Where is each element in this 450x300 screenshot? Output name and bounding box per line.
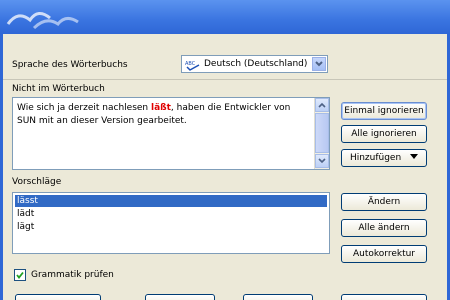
separator: [3, 79, 447, 80]
grammar-check-checkbox[interactable]: [14, 269, 26, 281]
bottom-button-3[interactable]: [243, 294, 313, 300]
not-in-dictionary-label: Nicht im Wörterbuch: [12, 84, 105, 94]
chevron-down-icon[interactable]: [312, 57, 326, 71]
title-bar: [0, 0, 450, 34]
add-button-label: Hinzufügen: [349, 153, 402, 163]
change-all-button[interactable]: Alle ändern: [341, 219, 427, 237]
spellcheck-dialog: Sprache des Wörterbuchs ABC Deutsch (Deu…: [0, 0, 450, 300]
textbox-scrollbar[interactable]: [314, 98, 329, 169]
grammar-check-label: Grammatik prüfen: [31, 270, 114, 280]
sentence-text-before: Wie sich ja derzeit nachlesen: [17, 103, 151, 113]
list-item[interactable]: lägt: [15, 221, 327, 233]
autocorrect-button[interactable]: Autokorrektur: [341, 245, 427, 263]
add-button[interactable]: Hinzufügen: [341, 149, 427, 167]
dictionary-language-select[interactable]: ABC Deutsch (Deutschland): [181, 55, 328, 73]
ignore-once-button[interactable]: Einmal ignorieren: [341, 102, 427, 120]
scrollbar-thumb[interactable]: [315, 113, 329, 153]
checkmark-icon: [16, 271, 24, 279]
not-in-dictionary-textbox[interactable]: Wie sich ja derzeit nachlesen läßt, habe…: [12, 97, 330, 170]
suggestions-list[interactable]: lässt lädt lägt: [12, 192, 330, 254]
scroll-down-button[interactable]: [315, 154, 329, 168]
list-item[interactable]: lässt: [15, 195, 327, 207]
chevron-down-icon: [410, 154, 419, 159]
svg-text:ABC: ABC: [185, 61, 196, 67]
sentence-text: Wie sich ja derzeit nachlesen läßt, habe…: [17, 102, 309, 128]
ignore-all-button[interactable]: Alle ignorieren: [341, 125, 427, 143]
dictionary-language-label: Sprache des Wörterbuchs: [12, 60, 128, 70]
bottom-button-2[interactable]: [145, 294, 215, 300]
abc-spellcheck-icon: ABC: [185, 61, 200, 71]
bottom-button-4[interactable]: [341, 294, 427, 300]
suggestions-label: Vorschläge: [12, 177, 62, 187]
change-button[interactable]: Ändern: [341, 193, 427, 211]
seagull-logo-icon: [6, 12, 79, 30]
list-item[interactable]: lädt: [15, 208, 327, 220]
dictionary-language-value: Deutsch (Deutschland): [204, 59, 308, 69]
flagged-word: läßt: [150, 103, 171, 113]
scroll-up-button[interactable]: [315, 98, 329, 112]
bottom-button-1[interactable]: [15, 294, 101, 300]
